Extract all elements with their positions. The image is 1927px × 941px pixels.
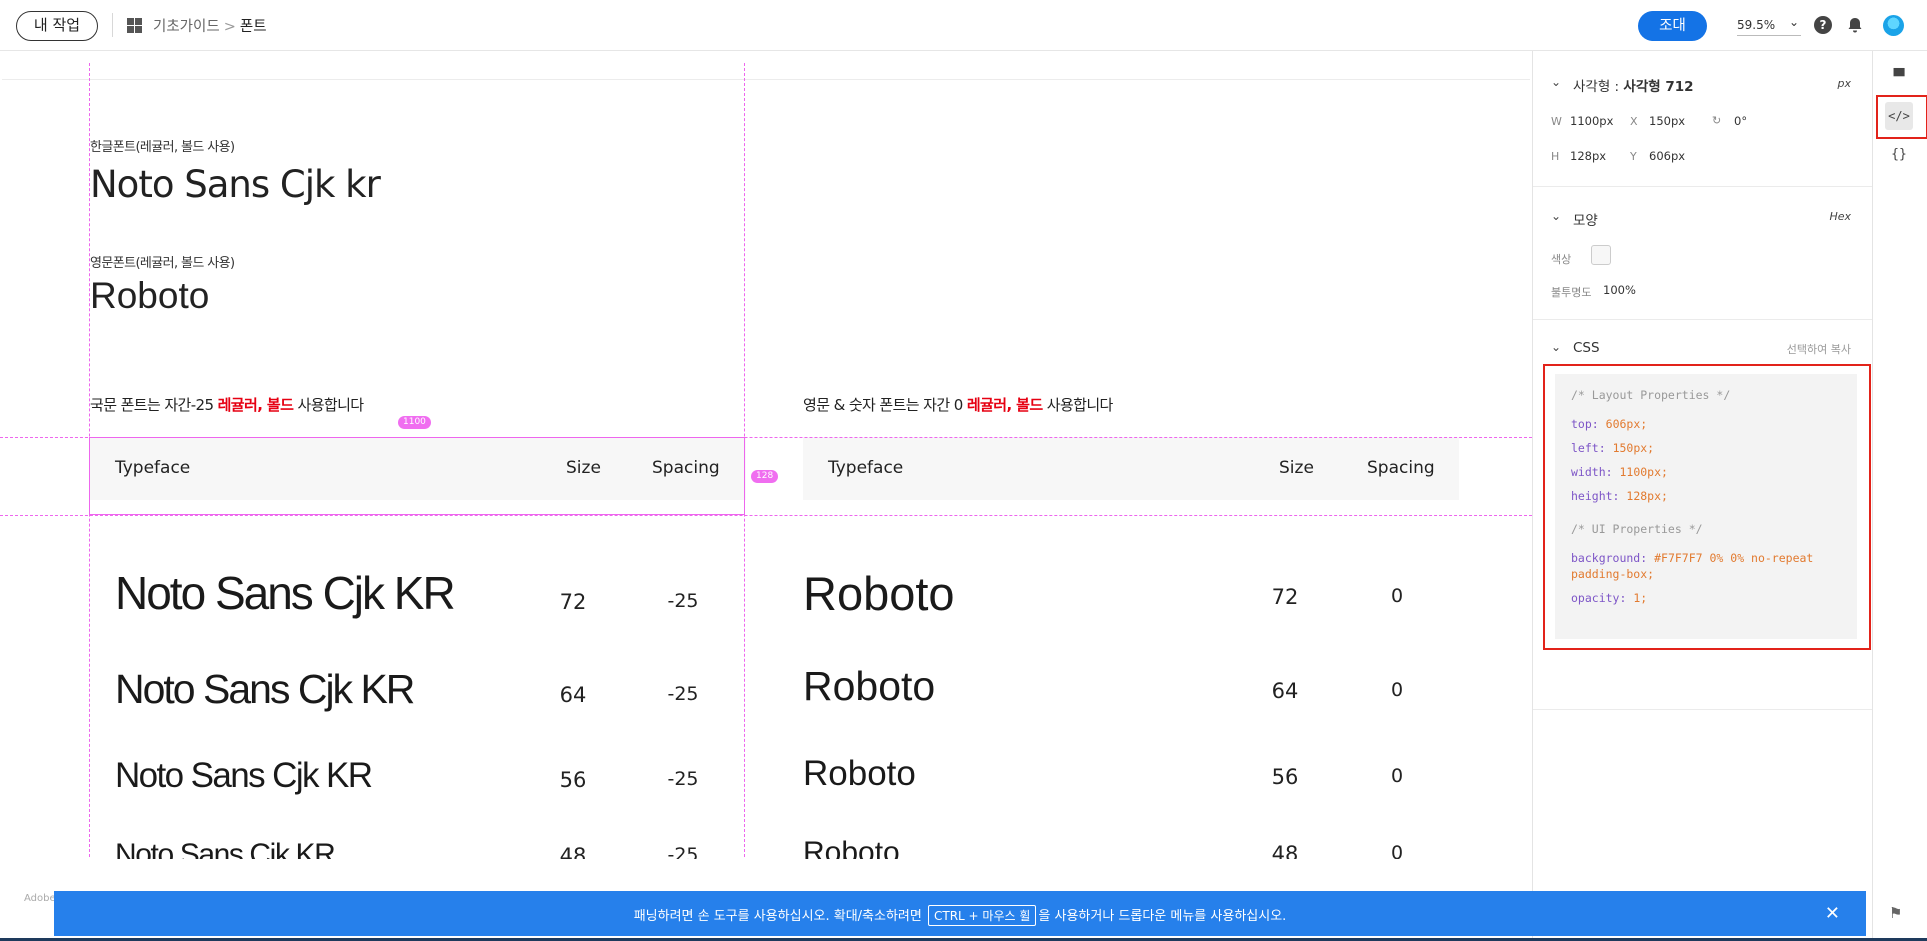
footer-brand: Adobe bbox=[24, 893, 56, 904]
chevron-down-icon[interactable]: ⌄ bbox=[1551, 75, 1561, 89]
left-row-name: Noto Sans Cjk KR bbox=[115, 838, 336, 859]
right-row-spacing: 0 bbox=[1390, 679, 1404, 701]
css-title: CSS bbox=[1573, 340, 1600, 356]
grid-icon[interactable] bbox=[127, 18, 142, 33]
left-row-size: 56 bbox=[559, 768, 587, 792]
my-work-button[interactable]: 내 작업 bbox=[16, 11, 98, 41]
shape-title: 사각형 : 사각형 712 bbox=[1573, 79, 1694, 95]
right-intro-text: 영문 & 숫자 폰트는 자간 0 레귤러, 볼드 사용합니다 bbox=[803, 396, 1113, 414]
color-mode-select[interactable]: Hex bbox=[1829, 210, 1851, 223]
right-row-name: Roboto bbox=[803, 567, 955, 620]
zoom-value: 59.5% bbox=[1737, 18, 1776, 32]
width-label: W bbox=[1551, 115, 1562, 128]
left-row-size: 48 bbox=[559, 844, 587, 859]
color-label: 색상 bbox=[1551, 253, 1572, 266]
left-row-name: Noto Sans Cjk KR bbox=[115, 567, 456, 619]
breadcrumb-separator: > bbox=[223, 19, 236, 35]
right-header-size: Size bbox=[1279, 458, 1314, 478]
right-row-size: 72 bbox=[1271, 585, 1299, 609]
code-icon[interactable]: </> bbox=[1885, 102, 1913, 130]
rotation-value: 0° bbox=[1734, 114, 1748, 128]
chevron-down-icon[interactable]: ⌄ bbox=[1551, 340, 1561, 354]
close-icon[interactable]: ✕ bbox=[1825, 903, 1840, 924]
braces-icon[interactable]: {} bbox=[1885, 141, 1913, 169]
right-row-name: Roboto bbox=[803, 754, 916, 793]
right-row-name: Roboto bbox=[803, 663, 936, 709]
left-intro-highlight: 레귤러, 볼드 bbox=[217, 396, 294, 414]
appearance-title: 모양 bbox=[1573, 213, 1598, 229]
right-row-size: 64 bbox=[1271, 679, 1299, 703]
unit-select[interactable]: px bbox=[1838, 77, 1852, 90]
y-label: Y bbox=[1630, 150, 1637, 163]
height-value: 128px bbox=[1570, 149, 1607, 163]
css-code-box[interactable]: /* Layout Properties */ top: 606px; left… bbox=[1543, 364, 1871, 650]
left-row-name: Noto Sans Cjk KR bbox=[115, 666, 415, 712]
invite-button[interactable]: 조대 bbox=[1638, 11, 1707, 41]
notification-bar: 패닝하려면 손 도구를 사용하십시오. 확대/축소하려면 CTRL + 마우스 … bbox=[54, 891, 1866, 936]
right-table-header[interactable]: Typeface Size Spacing bbox=[803, 437, 1459, 500]
width-badge: 1100 bbox=[398, 416, 431, 429]
x-label: X bbox=[1630, 115, 1638, 128]
height-label: H bbox=[1551, 150, 1560, 163]
top-bar: 내 작업 기초가이드 > 폰트 조대 59.5% ⌄ ? bbox=[0, 0, 1927, 51]
css-code[interactable]: /* Layout Properties */ top: 606px; left… bbox=[1555, 374, 1857, 639]
appearance-section: ⌄ 모양 Hex 색상 불투명도 100% bbox=[1533, 187, 1873, 320]
guide-line-horizontal bbox=[0, 515, 1532, 516]
right-row-spacing: 0 bbox=[1390, 585, 1404, 607]
right-header-typeface: Typeface bbox=[828, 458, 904, 478]
left-row-spacing: -25 bbox=[667, 844, 699, 859]
left-row-spacing: -25 bbox=[667, 683, 699, 705]
korean-font-label: 한글폰트(레귤러, 볼드 사용) bbox=[90, 140, 235, 155]
right-rail: ▀ </> {} bbox=[1872, 51, 1927, 941]
breadcrumb-current: 폰트 bbox=[239, 19, 267, 35]
right-row-spacing: 0 bbox=[1390, 842, 1404, 859]
avatar[interactable] bbox=[1883, 15, 1904, 36]
left-row-size: 64 bbox=[559, 683, 587, 707]
keyboard-shortcut: CTRL + 마우스 휠 bbox=[927, 905, 1037, 926]
chevron-down-icon[interactable]: ⌄ bbox=[1551, 209, 1561, 223]
comment-icon[interactable]: ▀ bbox=[1885, 63, 1913, 91]
right-header-spacing: Spacing bbox=[1367, 458, 1435, 478]
left-row-spacing: -25 bbox=[667, 768, 699, 790]
zoom-select[interactable]: 59.5% ⌄ bbox=[1737, 15, 1801, 36]
right-row-name: Roboto bbox=[803, 836, 900, 859]
right-row-size: 48 bbox=[1271, 842, 1299, 859]
x-value: 150px bbox=[1649, 114, 1686, 128]
shape-section: ⌄ 사각형 : 사각형 712 px W 1100px X 150px ↻ 0°… bbox=[1533, 51, 1873, 187]
chevron-down-icon: ⌄ bbox=[1788, 15, 1799, 29]
english-font-name: Roboto bbox=[90, 275, 210, 316]
notification-text: 패닝하려면 손 도구를 사용하십시오. 확대/축소하려면 CTRL + 마우스 … bbox=[54, 905, 1866, 926]
breadcrumb-parent[interactable]: 기초가이드 bbox=[153, 19, 220, 35]
y-value: 606px bbox=[1649, 149, 1686, 163]
color-swatch[interactable] bbox=[1591, 245, 1611, 265]
copy-hint: 선택하여 복사 bbox=[1786, 343, 1851, 356]
right-row-spacing: 0 bbox=[1390, 765, 1404, 787]
opacity-value: 100% bbox=[1603, 283, 1636, 297]
selection-box[interactable] bbox=[89, 437, 745, 515]
left-intro-text: 국문 폰트는 자간-25 레귤러, 볼드 사용합니다 bbox=[90, 396, 364, 414]
left-row-name: Noto Sans Cjk KR bbox=[115, 756, 373, 795]
inspector-panel: ⌄ 사각형 : 사각형 712 px W 1100px X 150px ↻ 0°… bbox=[1532, 51, 1873, 941]
css-comment: /* Layout Properties */ bbox=[1571, 388, 1731, 402]
bell-icon[interactable] bbox=[1846, 16, 1864, 34]
left-row-spacing: -25 bbox=[667, 590, 699, 612]
left-row-size: 72 bbox=[559, 590, 587, 614]
flag-icon[interactable]: ⚑ bbox=[1889, 904, 1902, 922]
right-intro-highlight: 레귤러, 볼드 bbox=[966, 396, 1043, 414]
english-font-label: 영문폰트(레귤러, 볼드 사용) bbox=[90, 256, 235, 271]
divider bbox=[112, 13, 113, 37]
right-row-size: 56 bbox=[1271, 765, 1299, 789]
help-icon[interactable]: ? bbox=[1814, 16, 1832, 34]
width-value: 1100px bbox=[1570, 114, 1614, 128]
css-comment: /* UI Properties */ bbox=[1571, 522, 1703, 536]
korean-font-name: Noto Sans Cjk kr bbox=[90, 163, 381, 206]
height-badge: 128 bbox=[751, 470, 779, 483]
opacity-label: 불투명도 bbox=[1551, 286, 1592, 299]
breadcrumb: 기초가이드 > 폰트 bbox=[153, 15, 267, 36]
rotate-icon: ↻ bbox=[1712, 114, 1722, 127]
